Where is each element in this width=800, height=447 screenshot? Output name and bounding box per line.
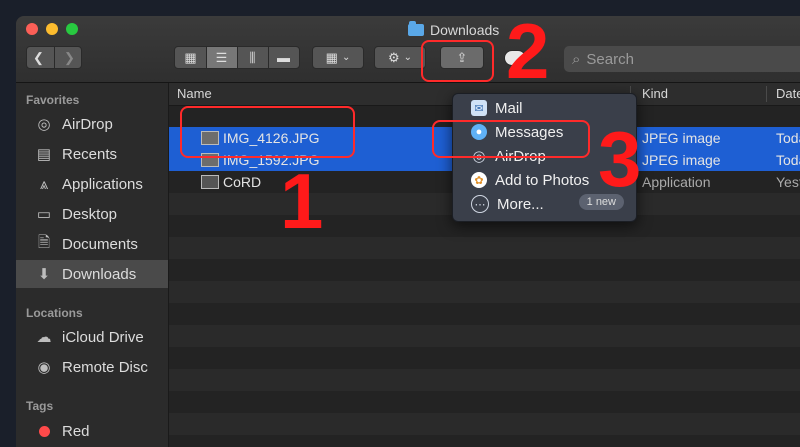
file-kind: JPEG image bbox=[642, 152, 721, 168]
gear-icon: ⚙ bbox=[387, 49, 400, 65]
disc-icon: ◉ bbox=[37, 359, 51, 376]
finder-window: Downloads ❮ ❯ ▦ ☰ ⫼ ▬ ▦ ⌄ ⚙ ⌄ ⇪ ⌕ Search… bbox=[16, 16, 800, 447]
sidebar-item-icloud-drive[interactable]: ☁ iCloud Drive bbox=[16, 323, 168, 351]
menu-item-label: Mail bbox=[495, 99, 523, 117]
sidebar-item-label: iCloud Drive bbox=[62, 328, 144, 346]
file-kind: Application bbox=[642, 174, 711, 190]
view-mode-segment: ▦ ☰ ⫼ ▬ bbox=[174, 46, 300, 69]
sidebar-item-documents[interactable]: 🗎 Documents bbox=[16, 230, 168, 258]
file-date: Yest bbox=[776, 174, 800, 190]
search-placeholder: Search bbox=[586, 50, 634, 68]
columns-icon: ⫼ bbox=[249, 49, 256, 65]
column-view-button[interactable]: ⫼ bbox=[238, 47, 269, 68]
file-date: Toda bbox=[776, 152, 800, 168]
column-separator bbox=[766, 86, 767, 102]
empty-row bbox=[169, 325, 800, 347]
sidebar-item-label: Downloads bbox=[62, 265, 137, 283]
app-icon bbox=[201, 175, 219, 189]
group-button[interactable]: ▦ ⌄ bbox=[312, 46, 364, 69]
list-icon: ☰ bbox=[215, 49, 228, 65]
annotation-number-3: 3 bbox=[598, 115, 642, 203]
empty-row bbox=[169, 281, 800, 303]
chevron-left-icon: ❮ bbox=[33, 49, 44, 65]
chevron-down-icon: ⌄ bbox=[403, 52, 413, 63]
chevron-right-icon: ❯ bbox=[64, 49, 75, 65]
sidebar-item-label: AirDrop bbox=[62, 115, 113, 133]
annotation-box-files bbox=[180, 106, 355, 158]
documents-icon: 🗎 bbox=[37, 233, 51, 251]
applications-icon: ⩓ bbox=[39, 175, 49, 193]
recents-icon: ▤ bbox=[36, 146, 52, 163]
forward-button[interactable]: ❯ bbox=[55, 47, 85, 68]
sidebar-item-tag-red[interactable]: Red bbox=[16, 417, 168, 445]
list-view-button[interactable]: ☰ bbox=[206, 47, 238, 68]
window-title: Downloads bbox=[408, 21, 500, 38]
sidebar-item-desktop[interactable]: ▭ Desktop bbox=[16, 200, 168, 228]
annotation-number-2: 2 bbox=[506, 7, 550, 95]
sidebar-item-label: Recents bbox=[62, 145, 118, 163]
back-button[interactable]: ❮ bbox=[24, 47, 55, 68]
cloud-icon: ☁ bbox=[36, 329, 52, 346]
sidebar-item-label: Documents bbox=[62, 235, 138, 253]
sidebar-item-remote-disc[interactable]: ◉ Remote Disc bbox=[16, 353, 168, 381]
chevron-down-icon: ⌄ bbox=[341, 52, 351, 63]
back-forward-buttons: ❮ ❯ bbox=[26, 46, 82, 69]
desktop-icon: ▭ bbox=[36, 206, 52, 223]
annotation-box-airdrop bbox=[432, 120, 590, 158]
icon-view-button[interactable]: ▦ bbox=[176, 47, 207, 68]
folder-icon bbox=[408, 21, 424, 36]
window-controls bbox=[26, 23, 78, 35]
gallery-view-button[interactable]: ▬ bbox=[269, 47, 299, 68]
close-button[interactable] bbox=[26, 23, 38, 35]
sidebar-item-label: Desktop bbox=[62, 205, 118, 223]
photos-icon: ✿ bbox=[471, 172, 487, 188]
grid-icon: ▦ bbox=[184, 49, 197, 65]
file-date: Toda bbox=[776, 130, 800, 146]
toolbar: Downloads ❮ ❯ ▦ ☰ ⫼ ▬ ▦ ⌄ ⚙ ⌄ ⇪ ⌕ Search bbox=[16, 16, 800, 83]
annotation-number-1: 1 bbox=[280, 157, 324, 245]
more-icon: ⋯ bbox=[471, 195, 489, 213]
sidebar-item-recents[interactable]: ▤ Recents bbox=[16, 140, 168, 168]
sidebar-item-airdrop[interactable]: ◎ AirDrop bbox=[16, 110, 168, 138]
sidebar-item-label: Applications bbox=[62, 175, 143, 193]
gallery-icon: ▬ bbox=[277, 50, 290, 65]
empty-row bbox=[169, 369, 800, 391]
column-header-date[interactable]: Date bbox=[776, 86, 800, 101]
zoom-button[interactable] bbox=[66, 23, 78, 35]
file-name: CoRD bbox=[223, 174, 262, 190]
menu-item-label: More... bbox=[497, 195, 544, 213]
locations-heading: Locations bbox=[26, 306, 83, 320]
airdrop-icon: ◎ bbox=[37, 116, 51, 133]
search-icon: ⌕ bbox=[572, 50, 581, 68]
sidebar-item-downloads[interactable]: ⬇ Downloads bbox=[16, 260, 168, 288]
column-header-name[interactable]: Name bbox=[177, 86, 212, 101]
sidebar-item-label: Red bbox=[62, 422, 90, 440]
menu-item-label: Add to Photos bbox=[495, 171, 590, 189]
tags-heading: Tags bbox=[26, 399, 54, 413]
favorites-heading: Favorites bbox=[26, 93, 80, 107]
empty-row bbox=[169, 237, 800, 259]
sidebar-item-label: Remote Disc bbox=[62, 358, 148, 376]
minimize-button[interactable] bbox=[46, 23, 58, 35]
file-kind: JPEG image bbox=[642, 130, 721, 146]
tag-dot-icon bbox=[34, 422, 54, 440]
action-button[interactable]: ⚙ ⌄ bbox=[374, 46, 426, 69]
search-field[interactable]: ⌕ Search bbox=[564, 46, 800, 72]
annotation-box-share bbox=[421, 40, 494, 82]
downloads-icon: ⬇ bbox=[37, 266, 51, 283]
column-header-kind[interactable]: Kind bbox=[642, 86, 668, 101]
grid-icon: ▦ bbox=[325, 49, 338, 65]
sidebar: Favorites ◎ AirDrop ▤ Recents ⩓ Applicat… bbox=[16, 83, 169, 447]
mail-icon: ✉ bbox=[471, 100, 487, 116]
window-title-text: Downloads bbox=[430, 22, 500, 38]
empty-row bbox=[169, 413, 800, 435]
sidebar-item-applications[interactable]: ⩓ Applications bbox=[16, 170, 168, 198]
